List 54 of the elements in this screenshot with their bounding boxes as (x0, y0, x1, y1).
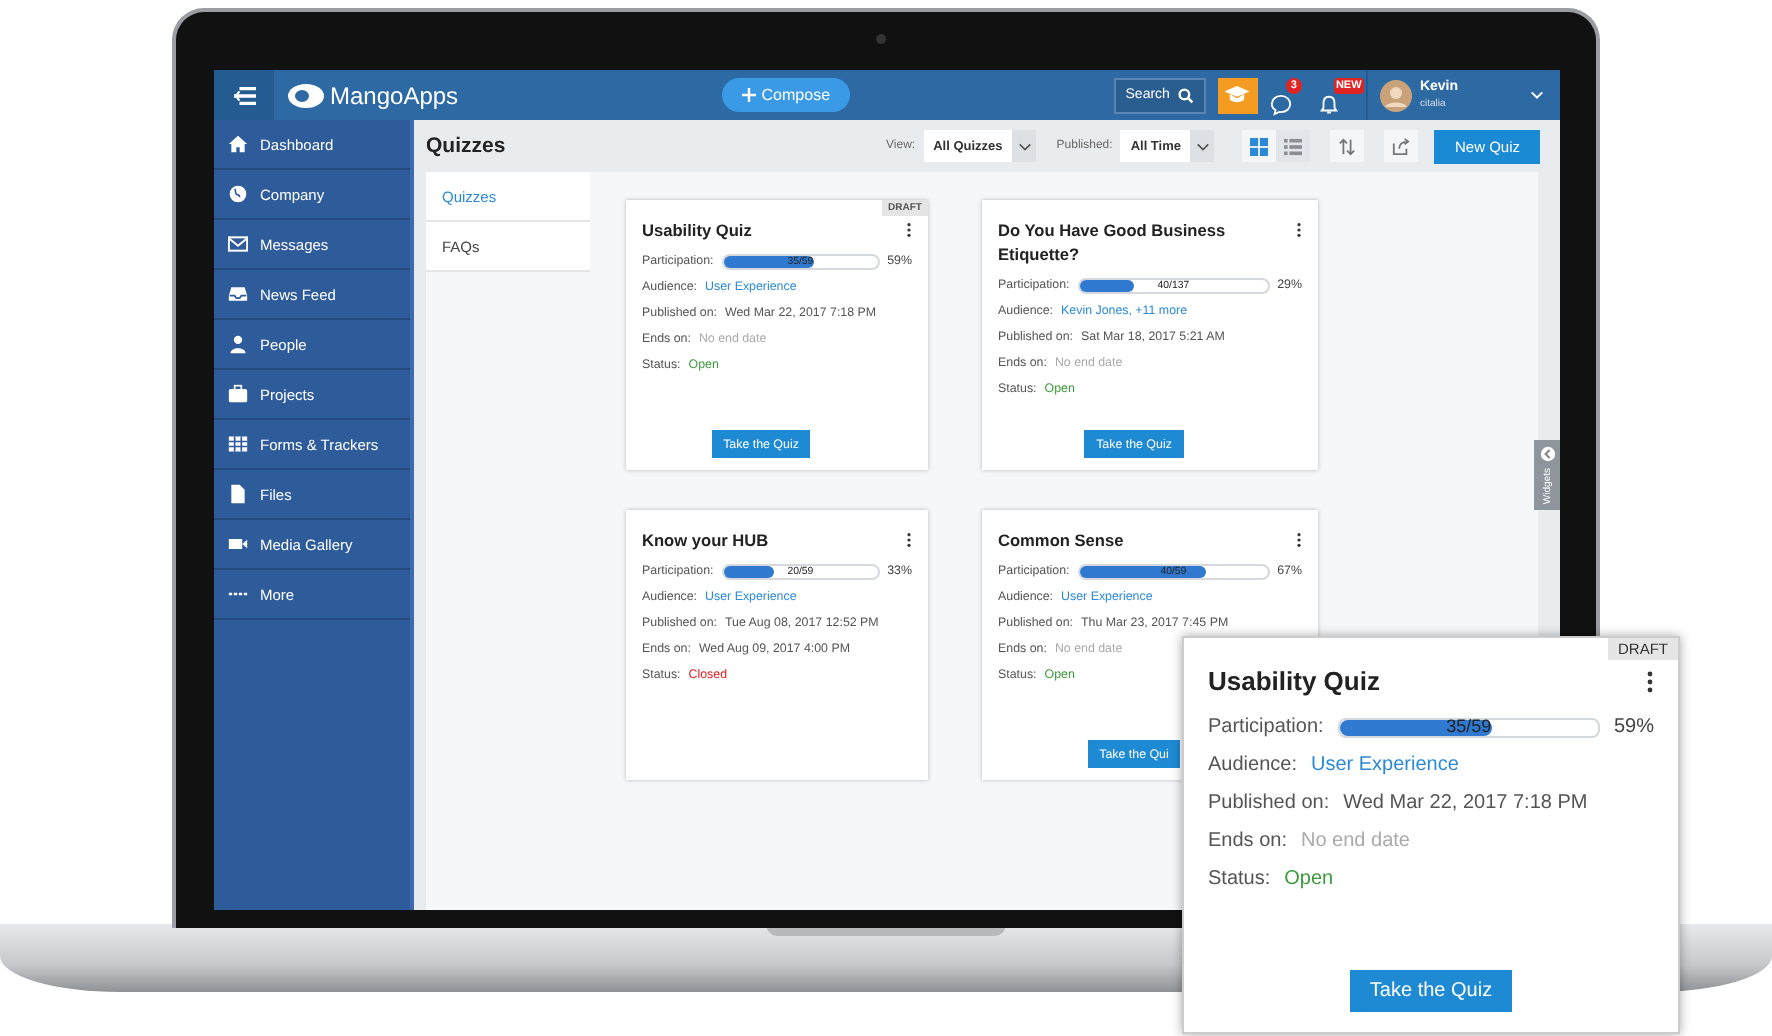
avatar-icon[interactable] (1379, 79, 1412, 111)
chevron-down-icon[interactable] (1530, 90, 1545, 100)
participation-count: 35/59 (1446, 714, 1492, 740)
grid-icon (228, 434, 248, 454)
file-icon (228, 484, 248, 504)
app-logo: MangoApps (330, 81, 459, 109)
take-quiz-button[interactable]: Take the Quiz (1349, 970, 1513, 1012)
grid-icon (1250, 137, 1269, 155)
camera-icon (876, 34, 886, 44)
more-options-icon[interactable] (906, 222, 912, 238)
home-icon (228, 134, 248, 154)
quiz-title: Common Sense (998, 528, 1124, 552)
list-icon (1284, 137, 1303, 155)
participation-percent: 59% (1613, 714, 1654, 740)
chevron-left-icon (1539, 446, 1555, 462)
quiz-title: Usability Quiz (642, 218, 752, 242)
inbox-icon (228, 284, 248, 304)
field-label: Published on: (1208, 790, 1330, 816)
person-icon (228, 334, 248, 354)
sort-icon (1338, 137, 1357, 155)
audience-link[interactable]: User Experience (1310, 752, 1459, 778)
search-icon (1177, 87, 1194, 103)
chevron-down-icon (1017, 141, 1032, 151)
more-options-icon[interactable] (906, 532, 912, 548)
learning-button[interactable] (1217, 77, 1258, 113)
sort-button[interactable] (1330, 130, 1365, 162)
more-options-icon[interactable] (1646, 670, 1654, 694)
plus-icon (741, 88, 756, 102)
logo-icon (286, 81, 326, 109)
field-label: Audience: (1208, 752, 1297, 778)
menu-icon[interactable] (233, 85, 255, 105)
list-view-button[interactable] (1276, 130, 1311, 162)
quiz-title: Do You Have Good Business Etiquette? (998, 218, 1228, 266)
export-button[interactable] (1384, 130, 1419, 162)
graduation-cap-icon (1224, 86, 1251, 104)
end-date: No end date (1300, 828, 1410, 854)
field-label: Status: (1208, 866, 1271, 892)
quiz-status: Open (1284, 866, 1334, 892)
share-icon (1392, 137, 1411, 155)
field-label: Ends on: (1208, 828, 1287, 854)
more-options-icon[interactable] (1296, 532, 1302, 548)
quiz-title: Know your HUB (642, 528, 769, 552)
field-label: Participation: (1208, 714, 1324, 740)
chevron-down-icon (1195, 141, 1210, 151)
quiz-title: Usability Quiz (1208, 666, 1380, 698)
bell-icon[interactable] (1317, 93, 1340, 115)
case-icon (228, 384, 248, 404)
published-date: Wed Mar 22, 2017 7:18 PM (1343, 790, 1588, 816)
more-options-icon[interactable] (1296, 222, 1302, 238)
grid-view-button[interactable] (1242, 130, 1277, 162)
chat-icon[interactable] (1269, 93, 1292, 115)
mail-icon (228, 234, 248, 254)
video-icon (228, 534, 248, 554)
page-title: Quizzes (426, 134, 506, 158)
